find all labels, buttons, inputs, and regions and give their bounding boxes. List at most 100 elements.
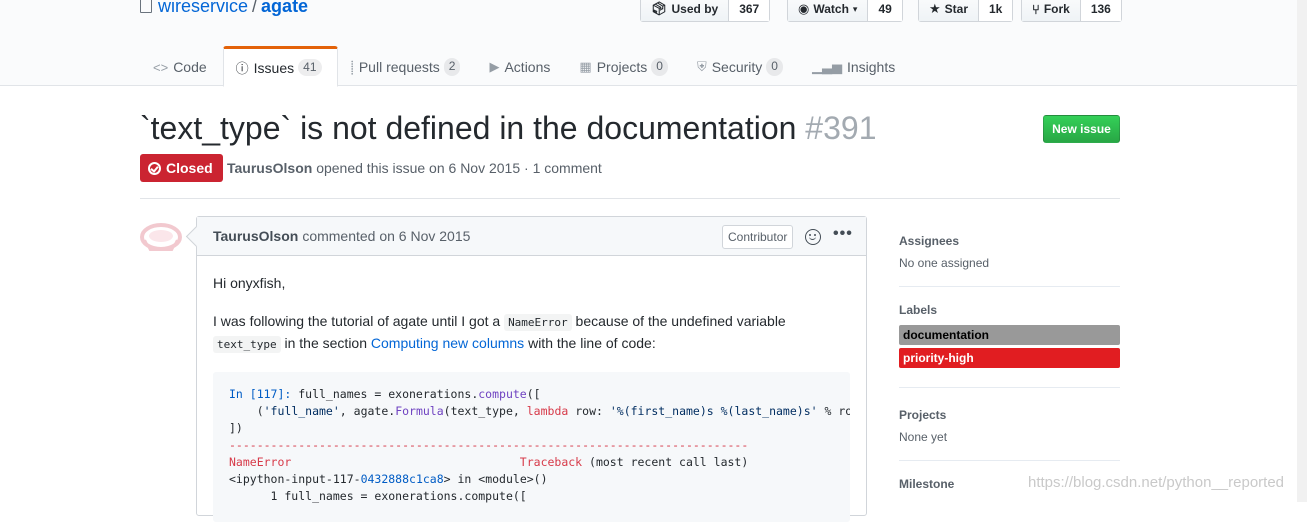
watch-count[interactable]: 49 [868, 0, 902, 21]
code-token: NameError [229, 455, 292, 469]
issues-counter: 41 [298, 58, 322, 77]
repo-separator: / [252, 0, 258, 16]
comment-timestamp[interactable]: commented on 6 Nov 2015 [302, 228, 470, 244]
sidebar-assignees: Assignees No one assigned [899, 216, 1120, 287]
tab-actions[interactable]: ▶ Actions [476, 46, 566, 86]
projects-counter: 0 [651, 58, 668, 76]
caret-down-icon: ▾ [852, 3, 858, 14]
tab-actions-label: Actions [504, 59, 551, 75]
git-pull-request-icon: ⸽ [350, 60, 354, 75]
repo-owner-link[interactable]: wireservice [158, 0, 248, 16]
repo-header: wireservice / agate 📦︎ Used by 367 ◉ Watch ▾ … [0, 0, 1307, 87]
code-token: ]) [229, 421, 243, 435]
comment-greeting: Hi onyxfish, [213, 275, 286, 291]
star-button[interactable]: ★ Star 1k [918, 0, 1014, 22]
fork-count[interactable]: 136 [1080, 0, 1121, 21]
inline-code: text_type [213, 336, 281, 353]
label-documentation[interactable]: documentation [899, 325, 1120, 345]
issue-title-text: `text_type` is not defined in the docume… [140, 110, 797, 146]
tab-insights-label: Insights [846, 59, 896, 75]
tab-issues[interactable]: ⓘ Issues 41 [222, 46, 338, 87]
code-token: , agate. [339, 404, 396, 418]
tab-projects[interactable]: ▦ Projects 0 [566, 46, 684, 86]
sidebar-labels: Labels documentation priority-high [899, 287, 1120, 388]
repo-nav: <> Code ⓘ Issues 41 ⸽ Pull requests 2 ▶ Action… [140, 46, 911, 87]
play-icon: ▶ [489, 59, 500, 74]
code-token: Formula [395, 404, 444, 418]
contributor-badge: Contributor [722, 225, 794, 249]
kebab-horizontal-icon[interactable]: ••• [833, 225, 853, 243]
used-by-button[interactable]: 📦︎ Used by 367 [640, 0, 771, 22]
code-token: ----------------------------------------… [229, 438, 749, 452]
fork-icon: ⑂ [1032, 1, 1040, 17]
tab-pull-requests-label: Pull requests [358, 59, 440, 75]
fork-label: Fork [1043, 2, 1070, 16]
issue-meta-text: opened this issue on 6 Nov 2015 · 1 comm… [316, 160, 602, 176]
code-token: full_names = exonerations. [291, 387, 479, 401]
star-count[interactable]: 1k [979, 0, 1013, 21]
sidebar-projects: Projects None yet [899, 388, 1120, 461]
tab-projects-label: Projects [596, 59, 648, 75]
issue-author-link[interactable]: TaurusOlson [227, 160, 312, 176]
issue-state-label: Closed [166, 160, 213, 176]
watch-label: Watch [813, 2, 849, 16]
issue-closed-icon [148, 161, 161, 175]
tab-code[interactable]: <> Code [140, 46, 223, 86]
issue-number: #391 [805, 110, 877, 146]
repo-name-link[interactable]: agate [261, 0, 308, 16]
comment-text: in the section [280, 335, 371, 351]
code-token: <ipython-input-117- [229, 472, 361, 486]
code-icon: <> [153, 59, 169, 75]
watermark: https://blog.csdn.net/python__reported [1028, 474, 1285, 491]
scrollbar[interactable] [1297, 0, 1307, 502]
repo-icon [140, 0, 152, 13]
labels-heading[interactable]: Labels [899, 303, 1120, 317]
code-token: row: [568, 404, 610, 418]
issue-sidebar: Assignees No one assigned Labels documen… [899, 216, 1120, 515]
used-by-label: Used by [671, 2, 719, 16]
used-by-count[interactable]: 367 [729, 0, 770, 21]
comment-body: Hi onyxfish, I was following the tutoria… [197, 273, 866, 522]
tab-pull-requests[interactable]: ⸽ Pull requests 2 [338, 46, 477, 86]
code-token: ( [229, 404, 264, 418]
comment-author-link[interactable]: TaurusOlson [213, 228, 298, 244]
comment-header: TaurusOlson commented on 6 Nov 2015 Cont… [197, 217, 866, 256]
comment-text: because of the undefined variable [571, 313, 786, 329]
code-block: In [117]: full_names = exonerations.comp… [213, 372, 850, 522]
assignees-heading[interactable]: Assignees [899, 234, 1120, 248]
code-token: 0432888c1ca8 [360, 472, 444, 486]
smiley-icon[interactable] [805, 229, 821, 245]
assignees-value: No one assigned [899, 256, 990, 270]
tab-insights[interactable]: ▁▃▅ Insights [799, 46, 911, 86]
project-icon: ▦ [579, 59, 592, 74]
code-token: 1 full_names = exonerations.compute([ [229, 489, 527, 503]
security-counter: 0 [766, 58, 783, 76]
code-token: compute [478, 387, 527, 401]
issue-meta: TaurusOlson opened this issue on 6 Nov 2… [227, 160, 602, 176]
code-token: 'full_name' [263, 404, 340, 418]
label-priority-high[interactable]: priority-high [899, 348, 1120, 368]
code-token: (most recent call last) [582, 455, 749, 469]
issue-state-badge: Closed [140, 154, 223, 182]
code-token: Traceback [519, 455, 583, 469]
code-token: In [117]: [229, 387, 292, 401]
fork-button[interactable]: ⑂ Fork 136 [1021, 0, 1122, 22]
issue-opened-icon: ⓘ [235, 61, 249, 76]
package-icon: 📦︎ [651, 1, 668, 16]
projects-value: None yet [899, 430, 948, 444]
divider [140, 198, 1120, 199]
pull-requests-counter: 2 [443, 58, 461, 76]
graph-icon: ▁▃▅ [811, 59, 842, 74]
comment-paragraph: I was following the tutorial of agate un… [213, 311, 850, 355]
comment: TaurusOlson commented on 6 Nov 2015 Cont… [196, 216, 867, 522]
code-token: > in <module>() [443, 472, 548, 486]
new-issue-button[interactable]: New issue [1043, 115, 1120, 143]
tab-security[interactable]: ⛨ Security 0 [684, 46, 799, 86]
comment-text: with the line of code: [524, 335, 656, 351]
projects-heading[interactable]: Projects [899, 408, 1120, 422]
computing-new-columns-link[interactable]: Computing new columns [371, 335, 524, 351]
code-token: ([ [526, 387, 541, 401]
watch-button[interactable]: ◉ Watch ▾ 49 [787, 0, 903, 22]
avatar[interactable] [140, 216, 182, 258]
repo-title: wireservice / agate [140, 0, 308, 17]
